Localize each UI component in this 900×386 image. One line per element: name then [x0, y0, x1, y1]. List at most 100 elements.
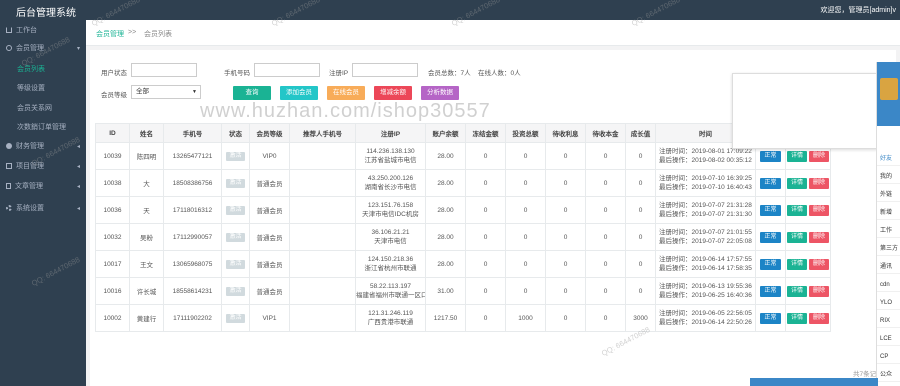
right-panel-item[interactable]: 工作 [877, 224, 900, 238]
delete-button[interactable]: 删除 [809, 312, 830, 324]
right-panel-item[interactable]: CP [877, 350, 900, 364]
cell-time: 注册时间：2019-07-07 21:31:28 最后操作：2019-07-07 … [655, 196, 756, 224]
sidebar: 工作台 会员管理 ▾ 会员列表 等级设置 会员关系网 次数銷订单管理 财务管理 ◂ … [0, 20, 86, 386]
right-panel-item[interactable]: 好友 [877, 152, 900, 166]
detail-button[interactable]: 详情 [787, 150, 808, 162]
cell-principal: 0 [585, 196, 626, 224]
welcome-text[interactable]: 欢迎您，管理员[admin]v [821, 5, 896, 15]
right-panel-item[interactable]: YLO [877, 296, 900, 310]
cell-id: 10039 [95, 142, 130, 170]
chevron-down-icon: ▾ [76, 46, 80, 52]
table-header-cell: 推荐人手机号 [289, 123, 356, 143]
cell-ip: 123.151.76.158 天津市电信IDC机房 [355, 196, 426, 224]
cell-id: 10038 [95, 169, 130, 197]
cell-principal: 0 [585, 142, 626, 170]
cell-name: 黄建行 [129, 304, 164, 332]
cell-growth: 0 [625, 142, 656, 170]
right-panel-item[interactable]: 新增 [877, 206, 900, 220]
sidebar-item-member-list[interactable]: 会员列表 [0, 63, 86, 77]
cell-time: 注册时间：2019-07-07 21:01:55 最后操作：2019-07-07 … [655, 223, 756, 251]
cell-interest: 0 [545, 304, 586, 332]
sidebar-item-member-network[interactable]: 会员关系网 [0, 102, 86, 116]
detail-button[interactable]: 详情 [787, 258, 808, 270]
sidebar-item-articles[interactable]: 文章管理 ◂ [0, 180, 86, 194]
state-normal-button[interactable]: 正常 [760, 204, 781, 216]
delete-button[interactable]: 删除 [809, 231, 830, 243]
delete-button[interactable]: 删除 [809, 150, 830, 162]
register-time: 注册时间：2019-06-05 22:56:05 [659, 310, 752, 317]
state-normal-button[interactable]: 正常 [760, 312, 781, 324]
cell-time: 注册时间：2019-06-05 22:56:05 最后操作：2019-06-14 … [655, 304, 756, 332]
cell-phone: 18558614231 [163, 277, 222, 305]
delete-button[interactable]: 删除 [809, 204, 830, 216]
cell-level: 普通会员 [249, 169, 290, 197]
last-operation-time: 最后操作：2019-06-14 17:58:35 [659, 265, 752, 272]
chevron-left-icon: ◂ [76, 206, 80, 212]
sidebar-item-level-settings[interactable]: 等级设置 [0, 82, 86, 96]
delete-button[interactable]: 删除 [809, 258, 830, 270]
register-time: 注册时间：2019-07-07 21:01:55 [659, 229, 752, 236]
detail-button[interactable]: 详情 [787, 312, 808, 324]
query-button[interactable]: 查询 [233, 86, 271, 100]
sidebar-item-label: 工作台 [16, 27, 37, 34]
sidebar-item-dashboard[interactable]: 工作台 [0, 24, 86, 38]
analyze-data-button[interactable]: 分析数据 [421, 86, 459, 100]
state-normal-button[interactable]: 正常 [760, 150, 781, 162]
right-panel-item[interactable]: 外链 [877, 188, 900, 202]
table-header-cell: ID [95, 123, 130, 143]
sidebar-item-orders[interactable]: 次数銷订单管理 [0, 121, 86, 135]
phone-filter-label: 手机号码 [224, 70, 250, 77]
state-normal-button[interactable]: 正常 [760, 177, 781, 189]
cell-phone: 17118016312 [163, 196, 222, 224]
right-panel-item[interactable]: 我的 [877, 170, 900, 184]
add-member-button[interactable]: 添加会员 [280, 86, 318, 100]
adjust-balance-button[interactable]: 增减余额 [374, 86, 412, 100]
cell-phone: 17112990057 [163, 223, 222, 251]
delete-button[interactable]: 删除 [809, 177, 830, 189]
cell-invest: 0 [505, 277, 546, 305]
detail-button[interactable]: 详情 [787, 204, 808, 216]
breadcrumb-parent[interactable]: 会员管理 [96, 29, 124, 39]
table-header-cell: 姓名 [129, 123, 164, 143]
cell-referrer-phone [289, 142, 356, 170]
right-panel-item[interactable]: RIX [877, 314, 900, 328]
right-panel-item[interactable]: 公众 [877, 368, 900, 382]
table-header-cell: 待收本金 [585, 123, 626, 143]
status-filter-input[interactable] [131, 63, 197, 77]
cell-interest: 0 [545, 277, 586, 305]
detail-button[interactable]: 详情 [787, 231, 808, 243]
right-panel-item[interactable]: cdn [877, 278, 900, 292]
cell-referrer-phone [289, 277, 356, 305]
right-panel-item[interactable]: LCE [877, 332, 900, 346]
cell-frozen: 0 [465, 304, 506, 332]
cell-level: 普通会员 [249, 277, 290, 305]
detail-button[interactable]: 详情 [787, 285, 808, 297]
cell-invest: 0 [505, 169, 546, 197]
detail-button[interactable]: 详情 [787, 177, 808, 189]
cell-principal: 0 [585, 169, 626, 197]
level-select-value: 全部 [136, 88, 149, 95]
delete-button[interactable]: 删除 [809, 285, 830, 297]
cell-ip: 58.22.113.197 福建省福州市联通一区口 [355, 277, 426, 305]
table-header-cell: 待收利息 [545, 123, 586, 143]
right-panel-item[interactable]: 第三方 [877, 242, 900, 256]
sidebar-item-settings[interactable]: 系统设置 ◂ [0, 202, 86, 216]
cell-balance: 31.00 [425, 277, 466, 305]
minimized-window-bar[interactable] [750, 378, 878, 386]
level-filter-label: 会员等级 [101, 92, 127, 99]
cell-balance: 28.00 [425, 142, 466, 170]
cell-growth: 0 [625, 250, 656, 278]
level-filter-select[interactable]: 全部 ▼ [131, 85, 201, 99]
cell-interest: 0 [545, 196, 586, 224]
state-normal-button[interactable]: 正常 [760, 285, 781, 297]
cell-name: 许长城 [129, 277, 164, 305]
online-members-button[interactable]: 在线会员 [327, 86, 365, 100]
right-panel-item[interactable]: 通讯 [877, 260, 900, 274]
cell-phone: 13065968075 [163, 250, 222, 278]
ip-filter-input[interactable] [352, 63, 418, 77]
cell-actions: 详情 删除 [785, 250, 831, 278]
phone-filter-input[interactable] [254, 63, 320, 77]
state-normal-button[interactable]: 正常 [760, 258, 781, 270]
state-normal-button[interactable]: 正常 [760, 231, 781, 243]
cell-state: 正常 [755, 277, 786, 305]
